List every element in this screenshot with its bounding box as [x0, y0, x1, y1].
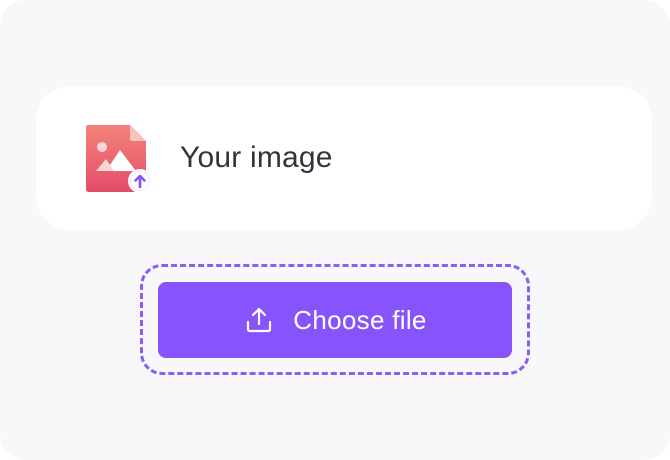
file-label: Your image — [180, 141, 333, 174]
choose-file-label: Choose file — [293, 304, 427, 335]
choose-file-button[interactable]: Choose file — [158, 282, 512, 358]
upload-icon — [243, 304, 275, 336]
image-upload-icon — [84, 123, 156, 195]
upload-panel: Your image Choose file — [0, 0, 670, 460]
